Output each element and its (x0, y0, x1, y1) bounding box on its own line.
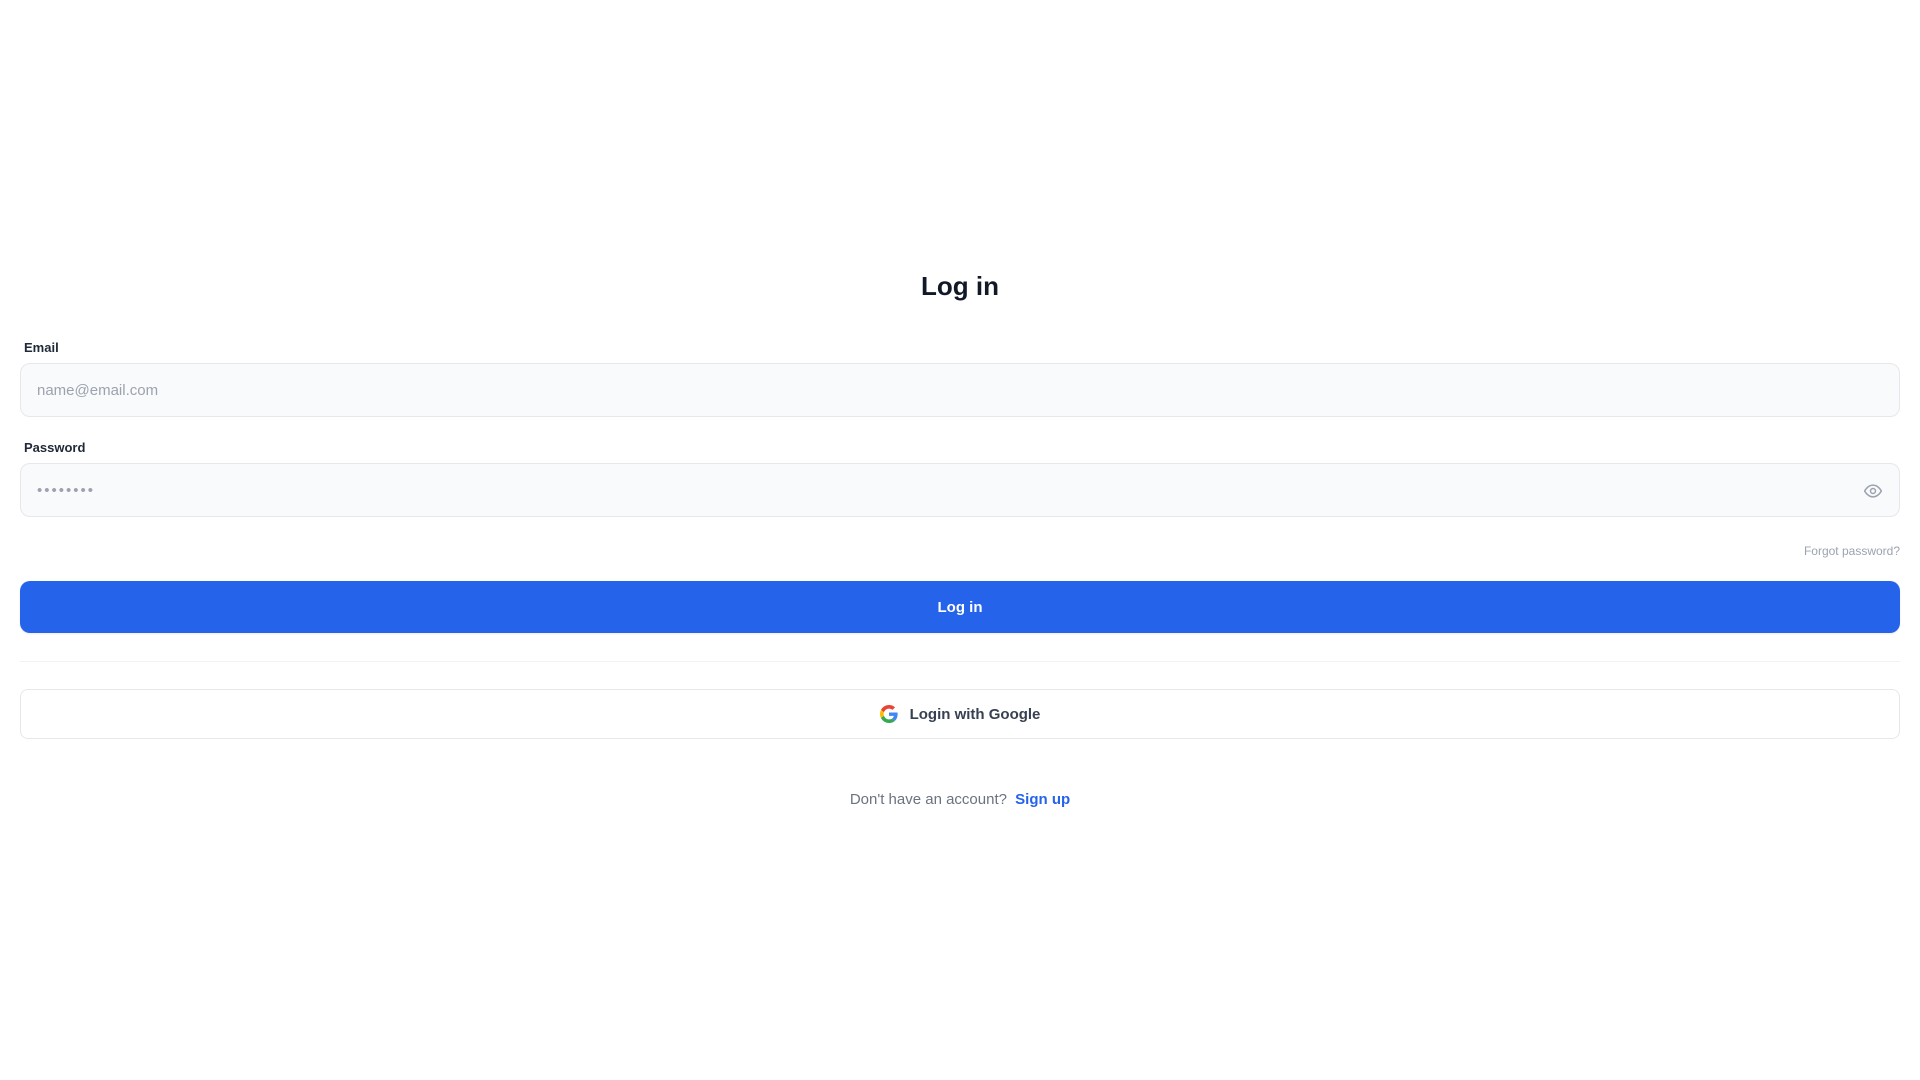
google-icon (879, 705, 898, 723)
signup-prompt: Don't have an account? Sign up (0, 790, 1920, 810)
login-button[interactable]: Log in (20, 581, 1900, 633)
login-page: Log in Email Password Forgot password? L… (0, 0, 1920, 1080)
forgot-password-link[interactable]: Forgot password? (1804, 543, 1900, 559)
email-label: Email (24, 340, 59, 355)
forgot-row: Forgot password? (20, 517, 1900, 581)
eye-icon[interactable] (1863, 481, 1883, 501)
password-field-wrapper (20, 463, 1900, 517)
google-button-label: Login with Google (909, 705, 1041, 723)
password-input[interactable] (21, 464, 1899, 516)
login-form: Email Password Forgot password? Log in (20, 340, 1900, 739)
signup-prompt-text: Don't have an account? (849, 791, 1007, 808)
email-field-wrapper (20, 363, 1900, 417)
signup-link[interactable]: Sign up (1015, 791, 1070, 808)
divider (20, 661, 1900, 662)
google-login-button[interactable]: Login with Google (20, 689, 1900, 739)
password-label: Password (24, 440, 86, 455)
email-input[interactable] (21, 364, 1899, 416)
page-title: Log in (921, 271, 999, 301)
